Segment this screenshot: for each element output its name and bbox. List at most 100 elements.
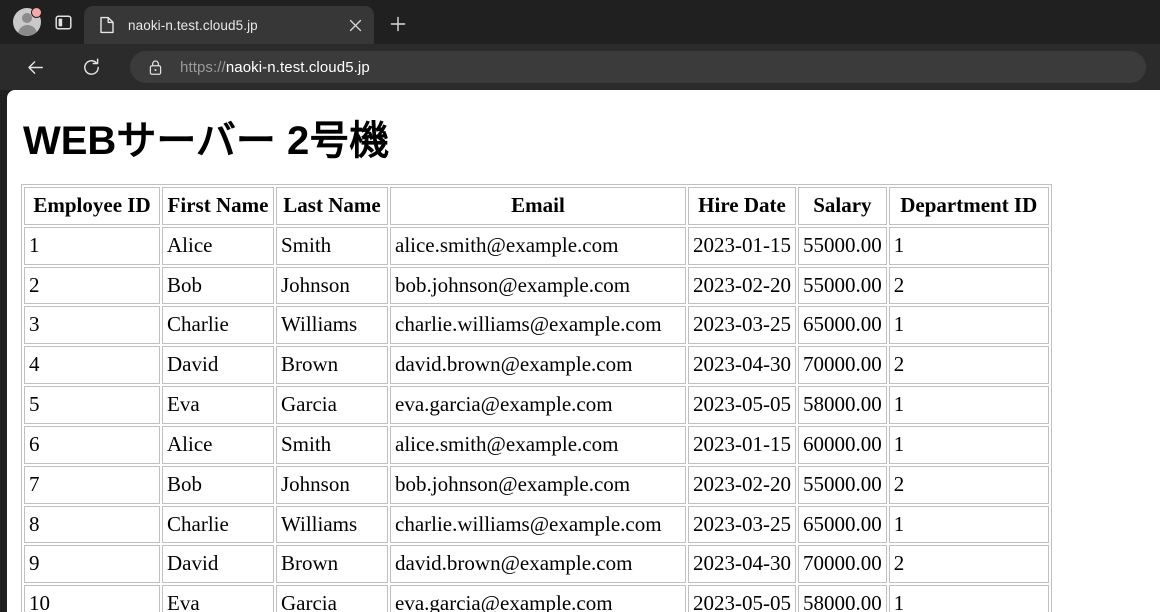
column-header-empid: Employee ID	[24, 187, 160, 225]
cell-empid: 9	[24, 545, 160, 584]
cell-last: Garcia	[276, 585, 388, 612]
cell-email: charlie.williams@example.com	[390, 306, 686, 345]
cell-salary: 70000.00	[798, 545, 887, 584]
url-host: naoki-n.test.cloud5.jp	[225, 58, 370, 76]
column-header-dept: Department ID	[888, 187, 1049, 225]
cell-hire: 2023-02-20	[688, 266, 796, 305]
page-title: WEBサーバー 2号機	[23, 119, 390, 163]
cell-empid: 3	[24, 306, 160, 345]
cell-salary: 65000.00	[798, 306, 887, 345]
cell-hire: 2023-01-15	[688, 226, 796, 265]
column-header-hire: Hire Date	[688, 187, 796, 225]
page-document-icon	[98, 16, 116, 34]
cell-empid: 4	[24, 346, 160, 385]
cell-salary: 70000.00	[798, 346, 887, 385]
url-scheme: https://	[180, 58, 226, 76]
cell-dept: 1	[888, 505, 1049, 544]
cell-last: Brown	[276, 545, 388, 584]
cell-first: Eva	[162, 585, 274, 612]
cell-dept: 1	[888, 306, 1049, 345]
table-row: 6 Alice Smith alice.smith@example.com 2023-0…	[24, 425, 1049, 464]
column-header-first: First Name	[162, 187, 274, 225]
cell-hire: 2023-04-30	[688, 346, 796, 385]
browser-toolbar: https://naoki-n.test.cloud5.jp	[0, 44, 1160, 90]
cell-email: david.brown@example.com	[390, 545, 686, 584]
cell-last: Garcia	[276, 386, 388, 424]
table-row: 10 Eva Garcia eva.garcia@example.com 2023-05…	[24, 585, 1049, 612]
cell-email: david.brown@example.com	[390, 346, 686, 385]
notification-dot-icon	[31, 7, 42, 18]
cell-first: Eva	[162, 386, 274, 424]
reload-icon	[83, 57, 99, 75]
cell-email: alice.smith@example.com	[390, 425, 686, 464]
cell-dept: 2	[888, 346, 1049, 385]
cell-empid: 2	[24, 266, 160, 305]
cell-email: bob.johnson@example.com	[390, 266, 686, 305]
cell-salary: 60000.00	[798, 425, 887, 464]
new-tab-button[interactable]	[382, 8, 414, 40]
cell-first: Alice	[162, 226, 274, 265]
back-button[interactable]	[18, 50, 52, 84]
close-icon[interactable]	[342, 12, 368, 38]
table-row: 1 Alice Smith alice.smith@example.com 2023-0…	[24, 226, 1049, 265]
cell-dept: 2	[888, 465, 1049, 504]
cell-salary: 58000.00	[798, 386, 887, 424]
table-row: 3 Charlie Williams charlie.williams@example…	[24, 306, 1049, 345]
web-page: WEBサーバー 2号機 Employee ID First Name Last Na…	[7, 90, 1160, 612]
address-bar-text: https://naoki-n.test.cloud5.jp	[180, 59, 370, 76]
cell-first: Bob	[162, 465, 274, 504]
table-body: 1 Alice Smith alice.smith@example.com 2023-0…	[24, 226, 1049, 612]
cell-email: eva.garcia@example.com	[390, 585, 686, 612]
cell-salary: 58000.00	[798, 585, 887, 612]
cell-email: bob.johnson@example.com	[390, 465, 686, 504]
cell-salary: 55000.00	[798, 266, 887, 305]
table-header: Employee ID First Name Last Name Email Hire …	[24, 187, 1049, 225]
cell-empid: 7	[24, 465, 160, 504]
cell-salary: 65000.00	[798, 505, 887, 544]
browser-tab[interactable]: naoki-n.test.cloud5.jp	[84, 6, 374, 44]
cell-dept: 2	[888, 545, 1049, 584]
cell-empid: 1	[24, 226, 160, 265]
employees-table: Employee ID First Name Last Name Email Hire …	[21, 184, 1052, 612]
cell-empid: 8	[24, 505, 160, 544]
cell-empid: 5	[24, 386, 160, 424]
cell-email: alice.smith@example.com	[390, 226, 686, 265]
cell-last: Brown	[276, 346, 388, 385]
profile-avatar-button[interactable]	[10, 5, 44, 39]
cell-hire: 2023-04-30	[688, 545, 796, 584]
cell-last: Williams	[276, 505, 388, 544]
lock-icon	[144, 59, 166, 76]
table-row: 8 Charlie Williams charlie.williams@example…	[24, 505, 1049, 544]
browser-window: naoki-n.test.cloud5.jp https://naoki-n.t…	[0, 0, 1160, 612]
cell-last: Williams	[276, 306, 388, 345]
cell-first: Charlie	[162, 306, 274, 345]
address-bar[interactable]: https://naoki-n.test.cloud5.jp	[130, 51, 1146, 83]
page-viewport: WEBサーバー 2号機 Employee ID First Name Last Na…	[7, 90, 1160, 612]
cell-last: Johnson	[276, 465, 388, 504]
cell-salary: 55000.00	[798, 226, 887, 265]
cell-dept: 1	[888, 386, 1049, 424]
table-row: 4 David Brown david.brown@example.com 2023-0…	[24, 346, 1049, 385]
cell-first: David	[162, 346, 274, 385]
cell-email: charlie.williams@example.com	[390, 505, 686, 544]
cell-hire: 2023-03-25	[688, 505, 796, 544]
tab-strip: naoki-n.test.cloud5.jp	[0, 0, 1160, 44]
cell-last: Johnson	[276, 266, 388, 305]
cell-first: Alice	[162, 425, 274, 464]
tab-title: naoki-n.test.cloud5.jp	[128, 17, 258, 33]
cell-first: David	[162, 545, 274, 584]
cell-empid: 10	[24, 585, 160, 612]
column-header-last: Last Name	[276, 187, 388, 225]
cell-dept: 1	[888, 425, 1049, 464]
table-row: 9 David Brown david.brown@example.com 2023-0…	[24, 545, 1049, 584]
cell-dept: 2	[888, 266, 1049, 305]
cell-hire: 2023-05-05	[688, 585, 796, 612]
cell-salary: 55000.00	[798, 465, 887, 504]
plus-icon	[390, 16, 406, 32]
reload-button[interactable]	[74, 50, 108, 84]
split-panel-button[interactable]	[46, 5, 80, 39]
table-row: 5 Eva Garcia eva.garcia@example.com 2023-05-…	[24, 386, 1049, 424]
cell-empid: 6	[24, 425, 160, 464]
cell-last: Smith	[276, 425, 388, 464]
column-header-salary: Salary	[798, 187, 887, 225]
